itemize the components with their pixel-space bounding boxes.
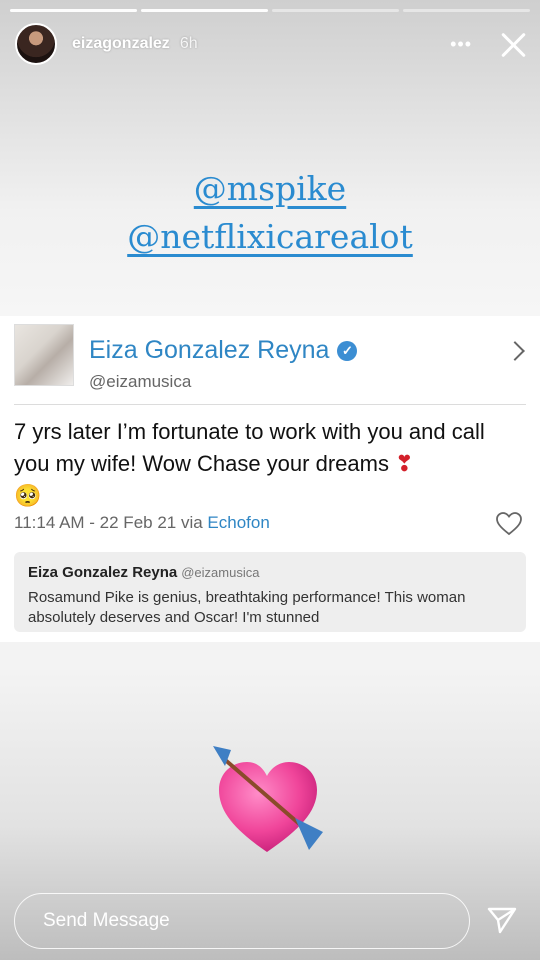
divider	[14, 404, 526, 405]
quoted-text: Rosamund Pike is genius, breathtaking pe…	[28, 589, 466, 626]
quoted-tweet[interactable]: Eiza Gonzalez Reyna @eizamusica Rosamund …	[14, 552, 526, 632]
author-display-name: Eiza Gonzalez Reyna	[89, 336, 330, 364]
author-handle: @eizamusica	[89, 372, 192, 391]
tweet-timestamp: 11:14 AM - 22 Feb 21 via	[14, 513, 208, 532]
progress-segment-4	[403, 9, 530, 12]
progress-segment-3	[272, 9, 399, 12]
progress-segment-2	[141, 9, 268, 12]
avatar[interactable]	[15, 23, 57, 65]
heart-outline-icon[interactable]	[496, 512, 522, 536]
story-progress-bar	[10, 9, 530, 12]
verified-badge-icon: ✓	[337, 340, 358, 361]
send-message-input[interactable]: Send Message	[14, 893, 470, 949]
send-message-placeholder: Send Message	[43, 910, 170, 931]
tweet-card: Eiza Gonzalez Reyna ✓ @eizamusica 7 yrs …	[0, 316, 540, 642]
more-options-icon[interactable]: •••	[450, 34, 472, 55]
via-link[interactable]: Echofon	[207, 513, 269, 532]
story-header: eizagonzalez 6h •••	[15, 22, 528, 66]
tweet-text: 7 yrs later I’m fortunate to work with y…	[14, 416, 526, 512]
author-name-row: Eiza Gonzalez Reyna ✓	[89, 336, 358, 365]
mention-stickers: @mspike @netflixicarealot	[0, 165, 540, 261]
tweet-text-main: 7 yrs later I’m fortunate to work with y…	[14, 419, 485, 476]
pleading-face-emoji: 🥺	[14, 483, 42, 508]
story-username[interactable]: eizagonzalez	[72, 35, 170, 53]
quoted-handle: @eizamusica	[181, 565, 260, 580]
author-avatar	[14, 324, 74, 386]
chevron-right-icon[interactable]	[505, 341, 525, 361]
send-icon[interactable]	[486, 904, 518, 936]
story-time: 6h	[179, 35, 198, 52]
mention-netflixicarealot[interactable]: @netflixicarealot	[0, 213, 540, 261]
tweet-author[interactable]: Eiza Gonzalez Reyna ✓ @eizamusica	[14, 324, 526, 402]
quoted-display-name: Eiza Gonzalez Reyna	[28, 564, 178, 581]
quoted-header: Eiza Gonzalez Reyna @eizamusica	[28, 564, 512, 582]
tweet-meta: 11:14 AM - 22 Feb 21 via Echofon	[14, 513, 270, 533]
mention-mspike[interactable]: @mspike	[0, 165, 540, 213]
progress-segment-1	[10, 9, 137, 12]
heart-exclamation-emoji: ❣	[395, 451, 414, 476]
heart-with-arrow-sticker	[213, 746, 323, 852]
close-icon[interactable]	[498, 29, 528, 59]
